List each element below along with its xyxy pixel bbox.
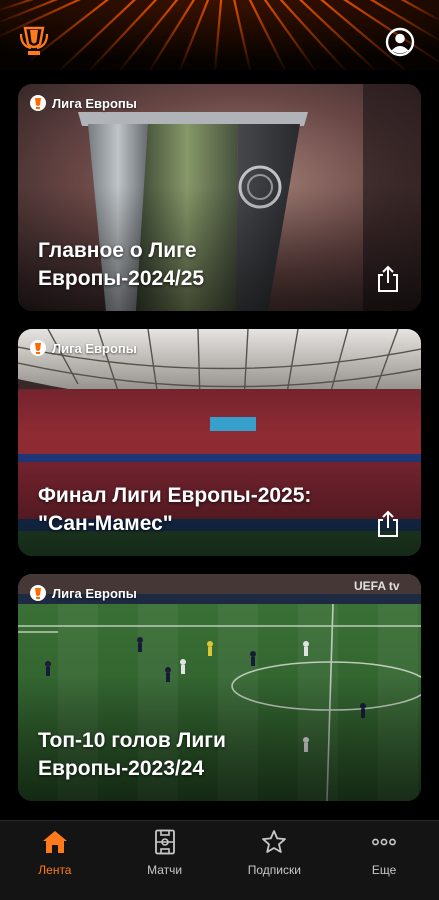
feed-card-highlights[interactable]: Лига Европы Главное о Лиге Европы-2024/2…: [18, 84, 421, 311]
card-source-badge: Лига Европы: [30, 94, 137, 112]
bottom-tab-bar: Лента Матчи Подписки Еще: [0, 820, 439, 900]
europa-league-badge-icon: [30, 340, 46, 356]
share-icon[interactable]: [375, 510, 401, 538]
feed-card-final-stadium[interactable]: Лига Европы Финал Лиги Европы-2025: "Сан…: [18, 329, 421, 556]
europa-league-logo-icon[interactable]: [19, 24, 49, 58]
tab-feed[interactable]: Лента: [0, 821, 110, 900]
card-title: Финал Лиги Европы-2025: "Сан-Мамес": [38, 484, 312, 535]
tab-matches-label: Матчи: [147, 863, 183, 877]
card-source-badge: Лига Европы: [30, 339, 137, 357]
header-background-rays: [0, 0, 439, 70]
news-feed[interactable]: Лига Европы Главное о Лиге Европы-2024/2…: [0, 70, 439, 820]
card-source-label: Лига Европы: [52, 585, 137, 601]
home-icon: [42, 831, 67, 853]
card-title: Главное о Лиге Европы-2024/25: [38, 239, 205, 290]
app-header: [0, 0, 439, 70]
pitch-icon: [154, 829, 175, 855]
card-source-label: Лига Европы: [52, 340, 137, 356]
tab-subscriptions[interactable]: Подписки: [220, 821, 330, 900]
tab-more[interactable]: Еще: [329, 821, 439, 900]
more-dots-icon: [372, 838, 397, 846]
europa-league-badge-icon: [30, 95, 46, 111]
card-title: Топ-10 голов Лиги Европы-2023/24: [38, 729, 226, 780]
share-icon[interactable]: [375, 265, 401, 293]
feed-card-top-goals[interactable]: UEFA tv Лига Европы Топ-10 голов Лиги Ев…: [18, 574, 421, 801]
tab-subscriptions-label: Подписки: [247, 863, 301, 877]
card-source-label: Лига Европы: [52, 95, 137, 111]
card-source-badge: Лига Европы: [30, 584, 137, 602]
star-icon: [262, 830, 287, 853]
tab-more-label: Еще: [371, 863, 397, 877]
tab-feed-label: Лента: [38, 863, 72, 877]
user-profile-icon[interactable]: [385, 27, 415, 57]
europa-league-badge-icon: [30, 585, 46, 601]
tab-matches[interactable]: Матчи: [110, 821, 220, 900]
